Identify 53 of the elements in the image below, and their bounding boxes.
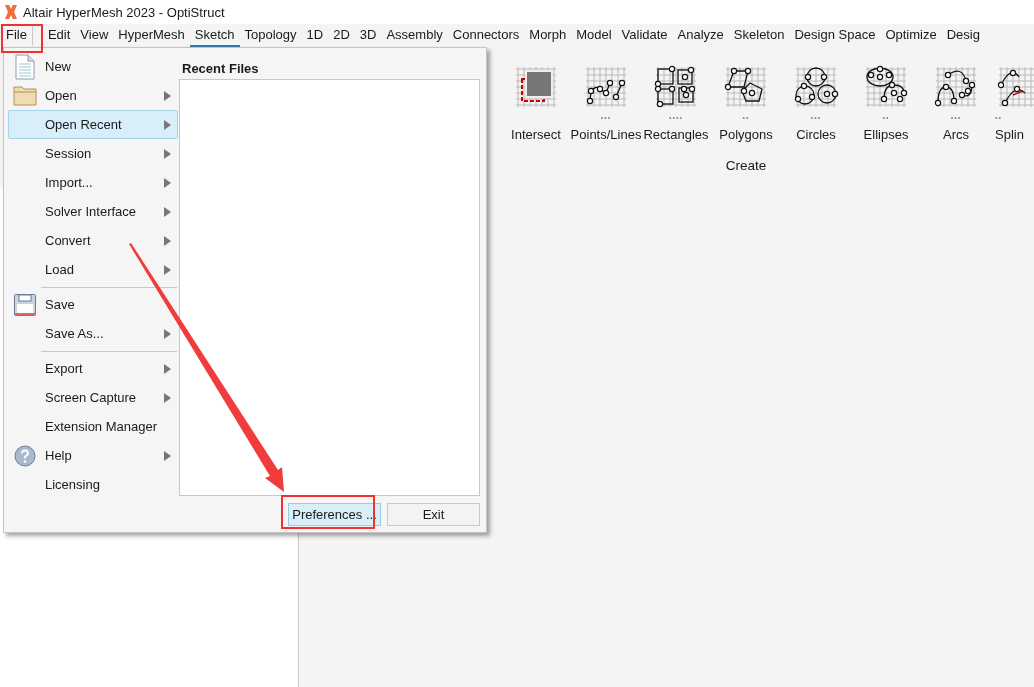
highlight-frame bbox=[1, 24, 43, 53]
submenu-arrow-icon bbox=[164, 328, 171, 339]
recent-files-title: Recent Files bbox=[181, 62, 260, 76]
window-title: Altair HyperMesh 2023 - OptiStruct bbox=[23, 4, 225, 20]
menu-tab[interactable]: HyperMesh bbox=[113, 24, 190, 47]
menu-item[interactable]: Load bbox=[8, 255, 178, 284]
submenu-arrow-icon bbox=[164, 206, 171, 217]
menu-item[interactable]: Screen Capture bbox=[8, 383, 178, 412]
dialog-button[interactable]: Exit bbox=[387, 503, 480, 526]
folder-icon bbox=[13, 85, 37, 106]
submenu-arrow-icon bbox=[164, 235, 171, 246]
submenu-arrow-icon bbox=[164, 392, 171, 403]
menu-tab[interactable]: Morph bbox=[524, 24, 572, 47]
menu-tab[interactable]: Design Space bbox=[789, 24, 881, 47]
submenu-arrow-icon bbox=[164, 363, 171, 374]
menu-item[interactable]: Solver Interface bbox=[8, 197, 178, 226]
menu-tab[interactable]: Optimize bbox=[880, 24, 942, 47]
ribbon-tool[interactable]: Intersect bbox=[501, 63, 571, 142]
menu-tab[interactable]: Skeleton bbox=[728, 24, 790, 47]
app-logo-icon bbox=[5, 5, 17, 19]
menu-tab[interactable]: Analyze bbox=[672, 24, 729, 47]
menu-item[interactable]: Import... bbox=[8, 168, 178, 197]
submenu-arrow-icon bbox=[164, 264, 171, 275]
menu-tab[interactable]: Model bbox=[571, 24, 617, 47]
menu-tab[interactable]: 2D bbox=[328, 24, 355, 47]
menu-tab[interactable]: 3D bbox=[354, 24, 382, 47]
document-icon bbox=[13, 53, 37, 80]
menu-tab[interactable]: Desig bbox=[941, 24, 985, 47]
menu-item[interactable]: Open Recent bbox=[8, 110, 178, 139]
group-label: Create bbox=[724, 158, 768, 173]
menu-item[interactable]: New bbox=[8, 52, 178, 81]
menu-tab[interactable]: 1D bbox=[301, 24, 329, 47]
menu-tab[interactable]: Edit bbox=[42, 24, 76, 47]
menu-item[interactable]: Help bbox=[8, 441, 178, 470]
submenu-arrow-icon bbox=[164, 119, 171, 130]
menu-item[interactable]: Session bbox=[8, 139, 178, 168]
menu-item[interactable]: Licensing bbox=[8, 470, 178, 499]
menu-tab[interactable]: Topology bbox=[239, 24, 302, 47]
menu-item[interactable]: Open bbox=[8, 81, 178, 110]
submenu-arrow-icon bbox=[164, 90, 171, 101]
menu-tab[interactable]: Validate bbox=[616, 24, 673, 47]
menu-item[interactable]: Save As... bbox=[8, 319, 178, 348]
menu-item[interactable]: Convert bbox=[8, 226, 178, 255]
menu-item[interactable]: Extension Manager bbox=[8, 412, 178, 441]
recent-files-list[interactable] bbox=[179, 79, 480, 496]
menu-tab[interactable]: Assembly bbox=[381, 24, 448, 47]
dialog-button[interactable]: Preferences ... bbox=[288, 503, 381, 526]
submenu-arrow-icon bbox=[164, 177, 171, 188]
menu-tab[interactable]: View bbox=[75, 24, 114, 47]
submenu-arrow-icon bbox=[164, 148, 171, 159]
submenu-arrow-icon bbox=[164, 450, 171, 461]
help-icon bbox=[13, 444, 37, 467]
menu-tab[interactable]: Connectors bbox=[447, 24, 525, 47]
